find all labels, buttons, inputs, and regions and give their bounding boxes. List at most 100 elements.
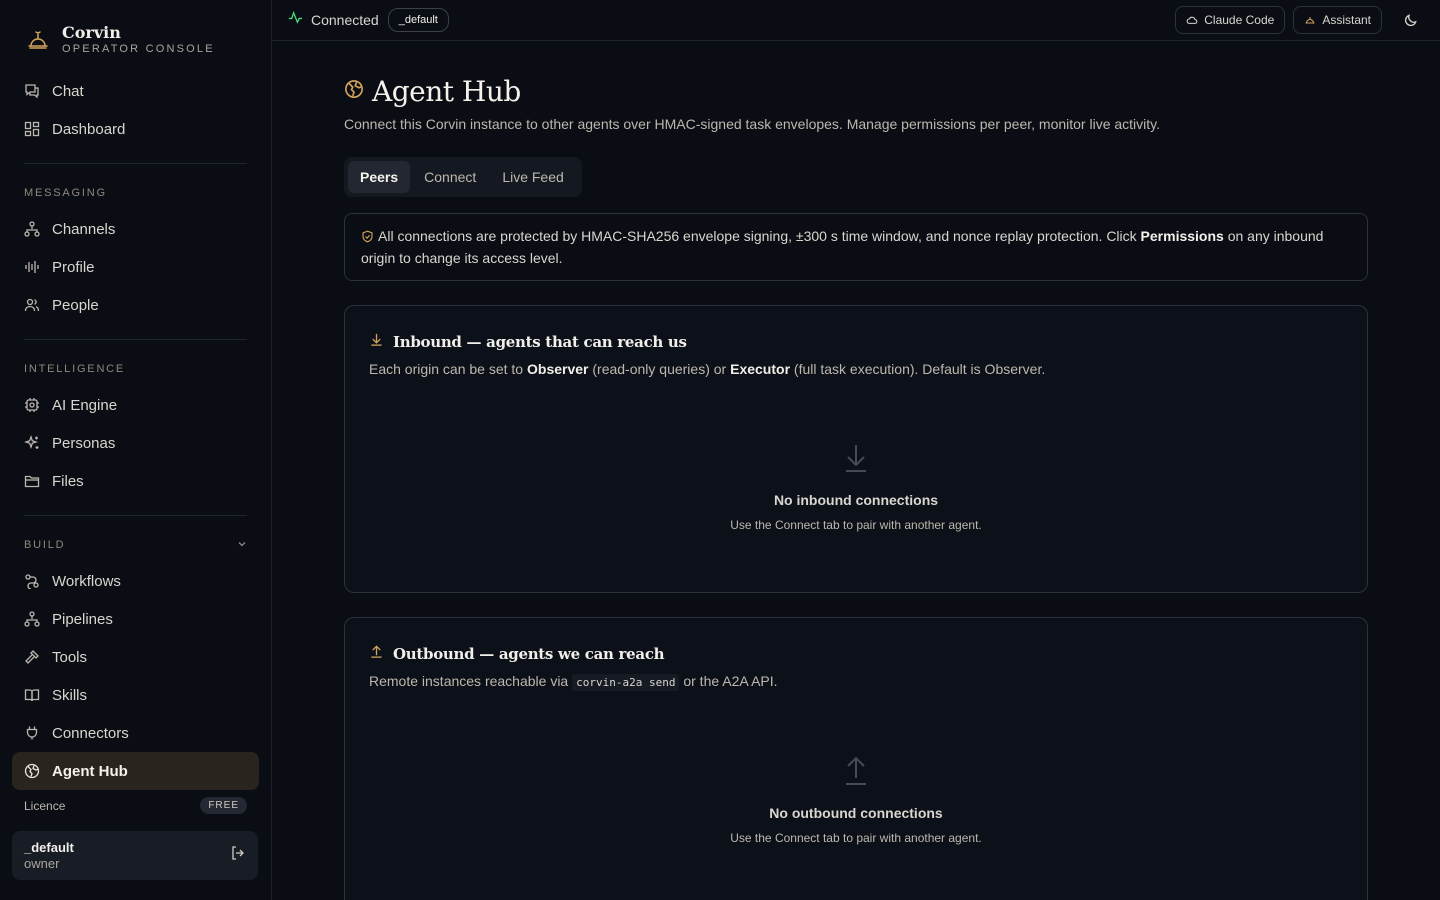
sidebar-item-label: Agent Hub	[52, 762, 128, 780]
brand-subtitle: OPERATOR CONSOLE	[62, 43, 215, 55]
sparkles-icon	[24, 435, 40, 451]
sidebar-item-label: AI Engine	[52, 396, 118, 414]
empty-title: No inbound connections	[773, 492, 939, 508]
outbound-card: Outbound — agents we can reach Remote in…	[344, 617, 1368, 900]
sidebar-item-skills[interactable]: Skills	[12, 676, 259, 714]
activity-icon	[288, 10, 303, 30]
tab-live-feed[interactable]: Live Feed	[490, 161, 575, 193]
tab-peers[interactable]: Peers	[348, 161, 411, 193]
download-icon	[843, 443, 869, 478]
page-content: Agent Hub Connect this Corvin instance t…	[344, 41, 1368, 900]
brand[interactable]: Corvin OPERATOR CONSOLE	[0, 0, 271, 60]
brand-name: Corvin	[62, 23, 121, 42]
licence-label: Licence	[24, 798, 66, 813]
divider	[24, 163, 247, 164]
profile-pill[interactable]: _default	[387, 8, 449, 32]
outbound-description: Remote instances reachable via corvin-a2…	[369, 673, 778, 691]
outbound-empty-state: No outbound connections Use the Connect …	[369, 756, 1343, 845]
chevron-down-icon[interactable]	[237, 539, 247, 552]
divider	[24, 515, 247, 516]
empty-subtitle: Use the Connect tab to pair with another…	[730, 518, 982, 532]
sidebar-item-channels[interactable]: Channels	[12, 210, 259, 248]
folder-icon	[24, 473, 40, 489]
assistant-button[interactable]: Assistant	[1293, 6, 1382, 34]
sidebar-item-label: Files	[52, 472, 84, 490]
arrow-up-icon	[369, 644, 384, 664]
user-card: _default owner	[12, 831, 258, 880]
licence-badge: FREE	[200, 797, 247, 814]
sidebar-item-agent-hub[interactable]: Agent Hub	[12, 752, 259, 790]
connection-status: Connected	[311, 12, 379, 28]
page-heading: Agent Hub	[372, 75, 521, 108]
sidebar-item-profile[interactable]: Profile	[12, 248, 259, 286]
globe-icon	[344, 79, 364, 104]
cpu-icon	[24, 397, 40, 413]
sidebar-item-label: Skills	[52, 686, 88, 704]
cloud-icon	[1186, 14, 1198, 26]
corvin-logo-icon	[24, 26, 52, 54]
sidebar-item-label: Workflows	[52, 572, 121, 590]
chat-icon	[24, 83, 40, 99]
logout-icon[interactable]	[230, 845, 246, 866]
sidebar-item-label: Connectors	[52, 724, 129, 742]
sidebar-item-label: People	[52, 296, 99, 314]
sidebar-item-ai-engine[interactable]: AI Engine	[12, 386, 259, 424]
inbound-title: Inbound — agents that can reach us	[393, 333, 687, 351]
dashboard-icon	[24, 121, 40, 137]
page-description: Connect this Corvin instance to other ag…	[344, 116, 1161, 132]
sidebar-nav: Chat Dashboard MESSAGING Channels Profil…	[0, 60, 271, 790]
sidebar-item-workflows[interactable]: Workflows	[12, 562, 259, 600]
empty-title: No outbound connections	[769, 805, 943, 821]
inbound-empty-state: No inbound connections Use the Connect t…	[369, 443, 1343, 532]
sidebar-item-label: Pipelines	[52, 610, 113, 628]
licence-row: Licence FREE	[24, 797, 247, 814]
sidebar-item-label: Personas	[52, 434, 116, 452]
book-icon	[24, 687, 40, 703]
arrow-down-icon	[369, 332, 384, 352]
section-header-messaging: MESSAGING	[24, 187, 107, 199]
channels-icon	[24, 221, 40, 237]
code-snippet: corvin-a2a send	[572, 674, 680, 691]
sidebar-item-personas[interactable]: Personas	[12, 424, 259, 462]
sidebar-item-label: Dashboard	[52, 120, 126, 138]
security-notice: All connections are protected by HMAC-SH…	[344, 213, 1368, 281]
empty-subtitle: Use the Connect tab to pair with another…	[730, 831, 982, 845]
inbound-card: Inbound — agents that can reach us Each …	[344, 305, 1368, 593]
upload-icon	[843, 756, 869, 791]
moon-icon[interactable]	[1396, 6, 1424, 34]
sidebar-item-connectors[interactable]: Connectors	[12, 714, 259, 752]
sidebar-item-people[interactable]: People	[12, 286, 259, 324]
inbound-description: Each origin can be set to Observer (read…	[369, 361, 1046, 377]
tab-connect[interactable]: Connect	[412, 161, 488, 193]
user-role: owner	[24, 855, 60, 871]
assistant-logo-icon	[1304, 14, 1316, 26]
pipeline-icon	[24, 611, 40, 627]
sidebar-item-label: Tools	[52, 648, 88, 666]
sidebar-item-label: Channels	[52, 220, 116, 238]
outbound-title: Outbound — agents we can reach	[393, 645, 665, 663]
claude-code-button[interactable]: Claude Code	[1175, 6, 1286, 34]
sidebar-item-files[interactable]: Files	[12, 462, 259, 500]
shield-check-icon	[361, 228, 374, 248]
people-icon	[24, 297, 40, 313]
topbar: Connected _default Claude Code Assistant	[272, 0, 1440, 41]
section-header-intelligence: INTELLIGENCE	[24, 363, 126, 375]
sidebar: Corvin OPERATOR CONSOLE Chat Dashboard M…	[0, 0, 272, 900]
sidebar-item-chat[interactable]: Chat	[12, 72, 259, 110]
sidebar-item-label: Profile	[52, 258, 95, 276]
user-name: _default	[24, 839, 74, 855]
sidebar-item-pipelines[interactable]: Pipelines	[12, 600, 259, 638]
plug-icon	[24, 725, 40, 741]
section-header-build[interactable]: BUILD	[12, 532, 259, 558]
tab-bar: Peers Connect Live Feed	[344, 157, 582, 197]
permissions-emphasis: Permissions	[1140, 228, 1224, 244]
workflow-icon	[24, 573, 40, 589]
sidebar-item-label: Chat	[52, 82, 84, 100]
hammer-icon	[24, 649, 40, 665]
sidebar-item-dashboard[interactable]: Dashboard	[12, 110, 259, 148]
waveform-icon	[24, 259, 40, 275]
sidebar-item-tools[interactable]: Tools	[12, 638, 259, 676]
globe-icon	[24, 763, 40, 779]
main-area: Connected _default Claude Code Assistant	[272, 0, 1440, 900]
divider	[24, 339, 247, 340]
